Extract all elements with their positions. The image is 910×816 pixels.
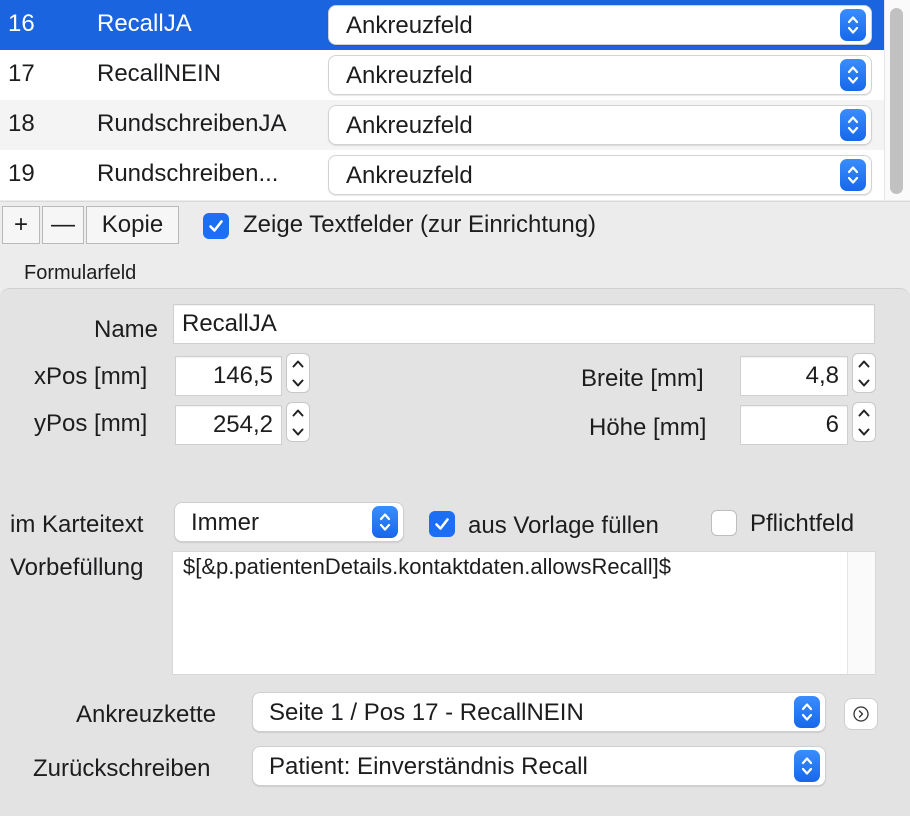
karteitext-popup[interactable]: Immer bbox=[174, 502, 404, 542]
name-field[interactable]: RecallJA bbox=[173, 304, 875, 344]
row-name: RundschreibenJA bbox=[97, 110, 287, 137]
field-type-popup[interactable]: Ankreuzfeld bbox=[328, 5, 872, 45]
width-stepper[interactable] bbox=[852, 353, 876, 393]
chevron-down-icon bbox=[292, 428, 304, 435]
chain-label: Ankreuzkette bbox=[76, 701, 217, 728]
ypos-label: yPos [mm] bbox=[34, 410, 148, 437]
prefill-label: Vorbefüllung bbox=[10, 554, 144, 581]
chain-popup[interactable]: Seite 1 / Pos 17 - RecallNEIN bbox=[252, 692, 826, 732]
table-row[interactable]: 19 Rundschreiben... Ankreuzfeld bbox=[0, 150, 884, 200]
xpos-stepper[interactable] bbox=[286, 353, 310, 393]
xpos-field[interactable]: 146,5 bbox=[175, 356, 282, 396]
width-value: 4,8 bbox=[805, 362, 839, 389]
from-template-label: aus Vorlage füllen bbox=[468, 512, 659, 539]
karteitext-value: Immer bbox=[191, 509, 259, 536]
row-number: 17 bbox=[8, 60, 35, 87]
up-down-chevron-icon bbox=[840, 109, 866, 141]
field-type-value: Ankreuzfeld bbox=[346, 112, 473, 139]
name-label: Name bbox=[94, 316, 159, 343]
circle-arrow-right-icon bbox=[853, 706, 869, 722]
up-down-chevron-icon bbox=[372, 506, 398, 538]
show-textfields-checkbox[interactable] bbox=[203, 213, 229, 239]
width-label: Breite [mm] bbox=[581, 365, 704, 392]
required-label: Pflichtfeld bbox=[750, 510, 855, 537]
table-row[interactable]: 17 RecallNEIN Ankreuzfeld bbox=[0, 50, 884, 100]
field-table: 16 RecallJA Ankreuzfeld 17 RecallNEIN An… bbox=[0, 0, 910, 200]
chevron-down-icon bbox=[858, 379, 870, 386]
show-textfields-label: Zeige Textfelder (zur Einrichtung) bbox=[243, 211, 597, 238]
up-down-chevron-icon bbox=[794, 696, 820, 728]
up-down-chevron-icon bbox=[840, 159, 866, 191]
chain-value: Seite 1 / Pos 17 - RecallNEIN bbox=[269, 699, 584, 726]
field-type-value: Ankreuzfeld bbox=[346, 12, 473, 39]
chevron-up-icon bbox=[858, 360, 870, 367]
writeback-value: Patient: Einverständnis Recall bbox=[269, 753, 588, 780]
checkmark-icon bbox=[209, 220, 223, 232]
field-type-value: Ankreuzfeld bbox=[346, 62, 473, 89]
goto-chain-button[interactable] bbox=[844, 698, 878, 730]
height-field[interactable]: 6 bbox=[740, 405, 848, 445]
height-stepper[interactable] bbox=[852, 402, 876, 442]
width-field[interactable]: 4,8 bbox=[740, 356, 848, 396]
ypos-value: 254,2 bbox=[212, 411, 273, 438]
chevron-up-icon bbox=[292, 409, 304, 416]
height-label: Höhe [mm] bbox=[589, 414, 707, 441]
prefill-scrollbar[interactable] bbox=[847, 552, 875, 674]
karteitext-label: im Karteitext bbox=[10, 511, 144, 538]
writeback-popup[interactable]: Patient: Einverständnis Recall bbox=[252, 746, 826, 786]
table-row[interactable]: 18 RundschreibenJA Ankreuzfeld bbox=[0, 100, 884, 150]
row-name: Rundschreiben... bbox=[97, 160, 279, 187]
row-number: 16 bbox=[8, 10, 35, 37]
writeback-label: Zurückschreiben bbox=[33, 755, 211, 782]
prefill-textarea[interactable]: $[&p.patientenDetails.kontaktdaten.allow… bbox=[172, 551, 876, 675]
field-type-popup[interactable]: Ankreuzfeld bbox=[328, 155, 872, 195]
scrollbar-thumb[interactable] bbox=[890, 8, 903, 194]
chevron-down-icon bbox=[292, 379, 304, 386]
up-down-chevron-icon bbox=[840, 9, 866, 41]
up-down-chevron-icon bbox=[840, 59, 866, 91]
chevron-up-icon bbox=[292, 360, 304, 367]
field-type-popup[interactable]: Ankreuzfeld bbox=[328, 105, 872, 145]
table-toolbar: + — Kopie Zeige Textfelder (zur Einricht… bbox=[0, 201, 910, 247]
name-value: RecallJA bbox=[182, 310, 277, 337]
row-number: 18 bbox=[8, 110, 35, 137]
field-type-popup[interactable]: Ankreuzfeld bbox=[328, 55, 872, 95]
chevron-up-icon bbox=[858, 409, 870, 416]
prefill-value: $[&p.patientenDetails.kontaktdaten.allow… bbox=[183, 554, 671, 579]
section-title: Formularfeld bbox=[24, 262, 137, 284]
checkmark-icon bbox=[435, 518, 449, 530]
row-name: RecallNEIN bbox=[97, 60, 222, 87]
xpos-label: xPos [mm] bbox=[34, 363, 148, 390]
height-value: 6 bbox=[825, 411, 839, 438]
copy-button[interactable]: Kopie bbox=[86, 206, 179, 244]
required-checkbox[interactable] bbox=[711, 510, 737, 536]
row-number: 19 bbox=[8, 160, 35, 187]
row-name: RecallJA bbox=[97, 10, 192, 37]
remove-row-button[interactable]: — bbox=[42, 206, 84, 244]
add-row-button[interactable]: + bbox=[2, 206, 40, 244]
chevron-down-icon bbox=[858, 428, 870, 435]
up-down-chevron-icon bbox=[794, 750, 820, 782]
field-type-value: Ankreuzfeld bbox=[346, 162, 473, 189]
table-row[interactable]: 16 RecallJA Ankreuzfeld bbox=[0, 0, 884, 50]
ypos-field[interactable]: 254,2 bbox=[175, 405, 282, 445]
from-template-checkbox[interactable] bbox=[429, 511, 455, 537]
xpos-value: 146,5 bbox=[212, 362, 273, 389]
ypos-stepper[interactable] bbox=[286, 402, 310, 442]
